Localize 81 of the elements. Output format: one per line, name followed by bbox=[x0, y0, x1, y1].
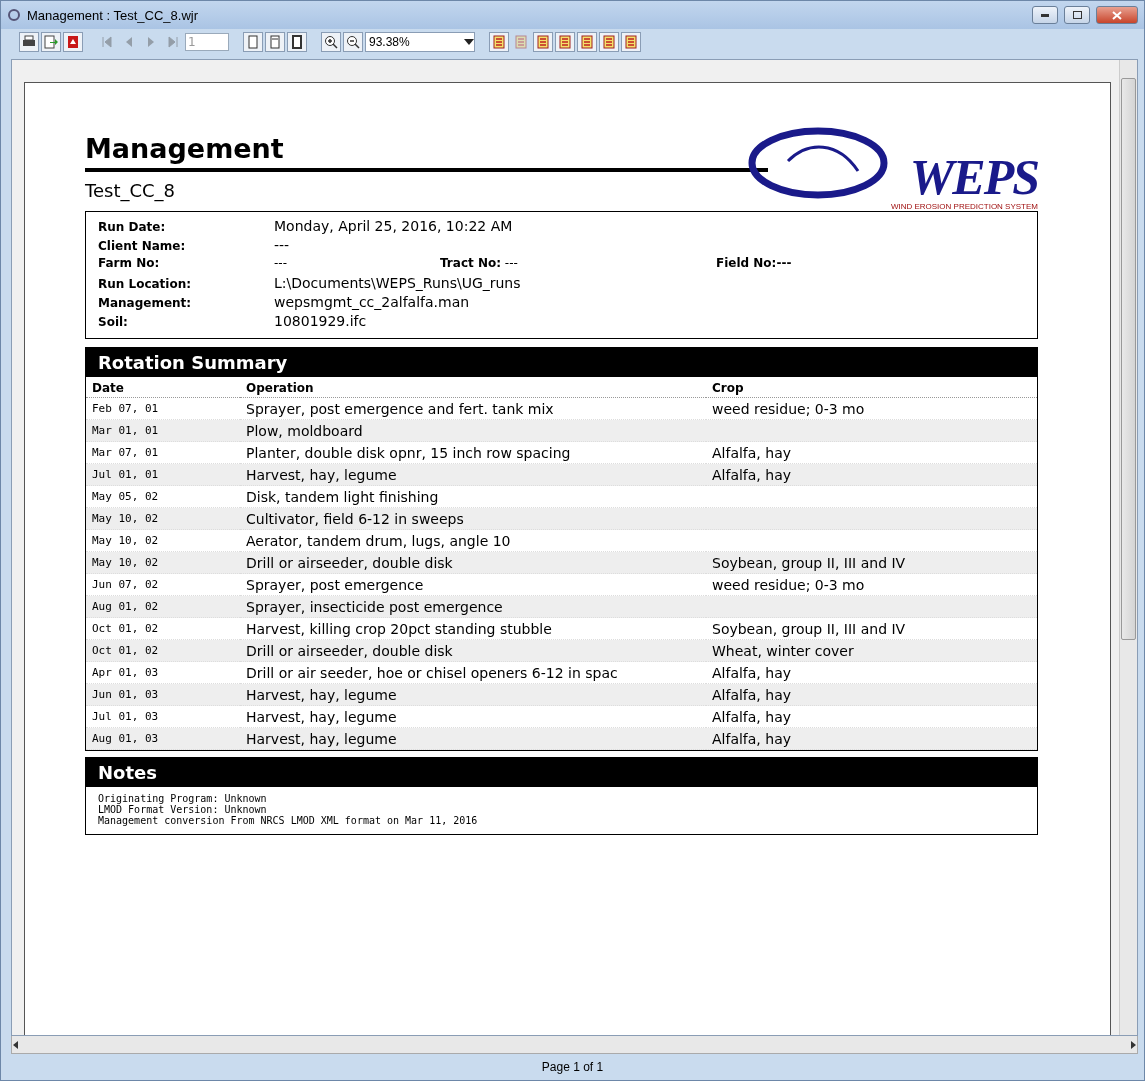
report-icon bbox=[558, 35, 572, 49]
minimize-button[interactable] bbox=[1032, 6, 1058, 24]
toolbar-button[interactable] bbox=[63, 32, 83, 52]
table-cell: Jul 01, 01 bbox=[86, 464, 240, 486]
toolbar-button[interactable] bbox=[19, 32, 39, 52]
dropdown-icon bbox=[464, 39, 474, 45]
zoom-in-icon bbox=[324, 35, 338, 49]
report-icon bbox=[536, 35, 550, 49]
info-label: Run Location: bbox=[98, 277, 193, 291]
table-cell: Plow, moldboard bbox=[240, 420, 706, 442]
close-icon bbox=[1112, 10, 1122, 20]
table-cell: May 10, 02 bbox=[86, 508, 240, 530]
report-title: Management bbox=[85, 133, 768, 172]
minimize-icon bbox=[1041, 13, 1049, 17]
table-cell: Mar 01, 01 bbox=[86, 420, 240, 442]
info-value: --- bbox=[274, 237, 291, 253]
info-value: L:\Documents\WEPS_Runs\UG_runs bbox=[274, 275, 522, 291]
table-cell: Aug 01, 02 bbox=[86, 596, 240, 618]
info-value: Monday, April 25, 2016, 10:22 AM bbox=[274, 218, 514, 234]
table-cell: Harvest, hay, legume bbox=[240, 684, 706, 706]
info-value: wepsmgmt_cc_2alfalfa.man bbox=[274, 294, 471, 310]
info-label: Soil: bbox=[98, 315, 129, 329]
scroll-right-icon bbox=[1129, 1040, 1137, 1049]
report-icon bbox=[580, 35, 594, 49]
table-cell: Cultivator, field 6-12 in sweeps bbox=[240, 508, 706, 530]
maximize-icon bbox=[1072, 11, 1082, 19]
table-cell: Alfalfa, hay bbox=[706, 684, 1037, 706]
info-label: Tract No: --- bbox=[440, 256, 519, 270]
info-label: Farm No: bbox=[98, 256, 161, 270]
logo-tagline: WIND EROSION PREDICTION SYSTEM bbox=[890, 202, 1038, 211]
section-header: Rotation Summary bbox=[86, 348, 1037, 377]
info-label: Client Name: bbox=[98, 239, 187, 253]
toolbar-button[interactable] bbox=[321, 32, 341, 52]
note-line: Originating Program: Unknown bbox=[98, 793, 268, 804]
toolbar-button[interactable] bbox=[287, 32, 307, 52]
info-value: --- bbox=[274, 256, 288, 270]
table-cell: Sprayer, insecticide post emergence bbox=[240, 596, 706, 618]
printer-icon bbox=[22, 35, 36, 49]
close-button[interactable] bbox=[1096, 6, 1138, 24]
app-icon bbox=[7, 8, 21, 22]
status-text: Page 1 of 1 bbox=[540, 1059, 605, 1076]
info-label: Management: bbox=[98, 296, 193, 310]
full-page-icon bbox=[290, 35, 304, 49]
page-icon bbox=[246, 35, 260, 49]
report-icon bbox=[624, 35, 638, 49]
info-value: 10801929.ifc bbox=[274, 313, 368, 329]
table-cell: Drill or airseeder, double disk bbox=[240, 640, 706, 662]
vertical-scrollbar[interactable] bbox=[1119, 60, 1137, 1035]
toolbar-button[interactable] bbox=[343, 32, 363, 52]
export-icon bbox=[44, 35, 58, 49]
section-header: Notes bbox=[86, 758, 1037, 787]
table-cell: Wheat, winter cover bbox=[706, 640, 1037, 662]
scroll-left-icon bbox=[12, 1040, 20, 1049]
page-width-icon bbox=[268, 35, 282, 49]
info-label: Run Date: bbox=[98, 220, 167, 234]
info-label: Field No:--- bbox=[715, 256, 793, 270]
maximize-button[interactable] bbox=[1064, 6, 1090, 24]
table-cell: May 10, 02 bbox=[86, 552, 240, 574]
table-cell: Harvest, hay, legume bbox=[240, 464, 706, 486]
report-subtitle: Test_CC_8 bbox=[85, 179, 177, 204]
table-cell: Alfalfa, hay bbox=[706, 728, 1037, 750]
table-cell: Drill or airseeder, double disk bbox=[240, 552, 706, 574]
note-line: LMOD Format Version: Unknown bbox=[98, 804, 268, 815]
table-cell: Soybean, group II, III and IV bbox=[706, 552, 1037, 574]
report-icon bbox=[514, 35, 528, 49]
table-cell: Aug 01, 03 bbox=[86, 728, 240, 750]
last-page-icon bbox=[166, 35, 180, 49]
horizontal-scrollbar[interactable] bbox=[11, 1036, 1138, 1054]
logo-text: WEPS bbox=[909, 152, 1038, 202]
zoom-field[interactable]: 93.38% bbox=[365, 32, 475, 52]
pdf-icon bbox=[66, 35, 80, 49]
note-line: Management conversion From NRCS LMOD XML format on Mar 11, 2016 bbox=[98, 815, 479, 826]
zoom-out-icon bbox=[346, 35, 360, 49]
table-cell: Oct 01, 02 bbox=[86, 640, 240, 662]
window-title: Management : Test_CC_8.wjr bbox=[27, 7, 199, 23]
table-cell: Harvest, hay, legume bbox=[240, 728, 706, 750]
report-icon bbox=[602, 35, 616, 49]
report-icon bbox=[492, 35, 506, 49]
first-page-icon bbox=[100, 35, 114, 49]
table-cell: Alfalfa, hay bbox=[706, 464, 1037, 486]
table-cell: Jun 01, 03 bbox=[86, 684, 240, 706]
